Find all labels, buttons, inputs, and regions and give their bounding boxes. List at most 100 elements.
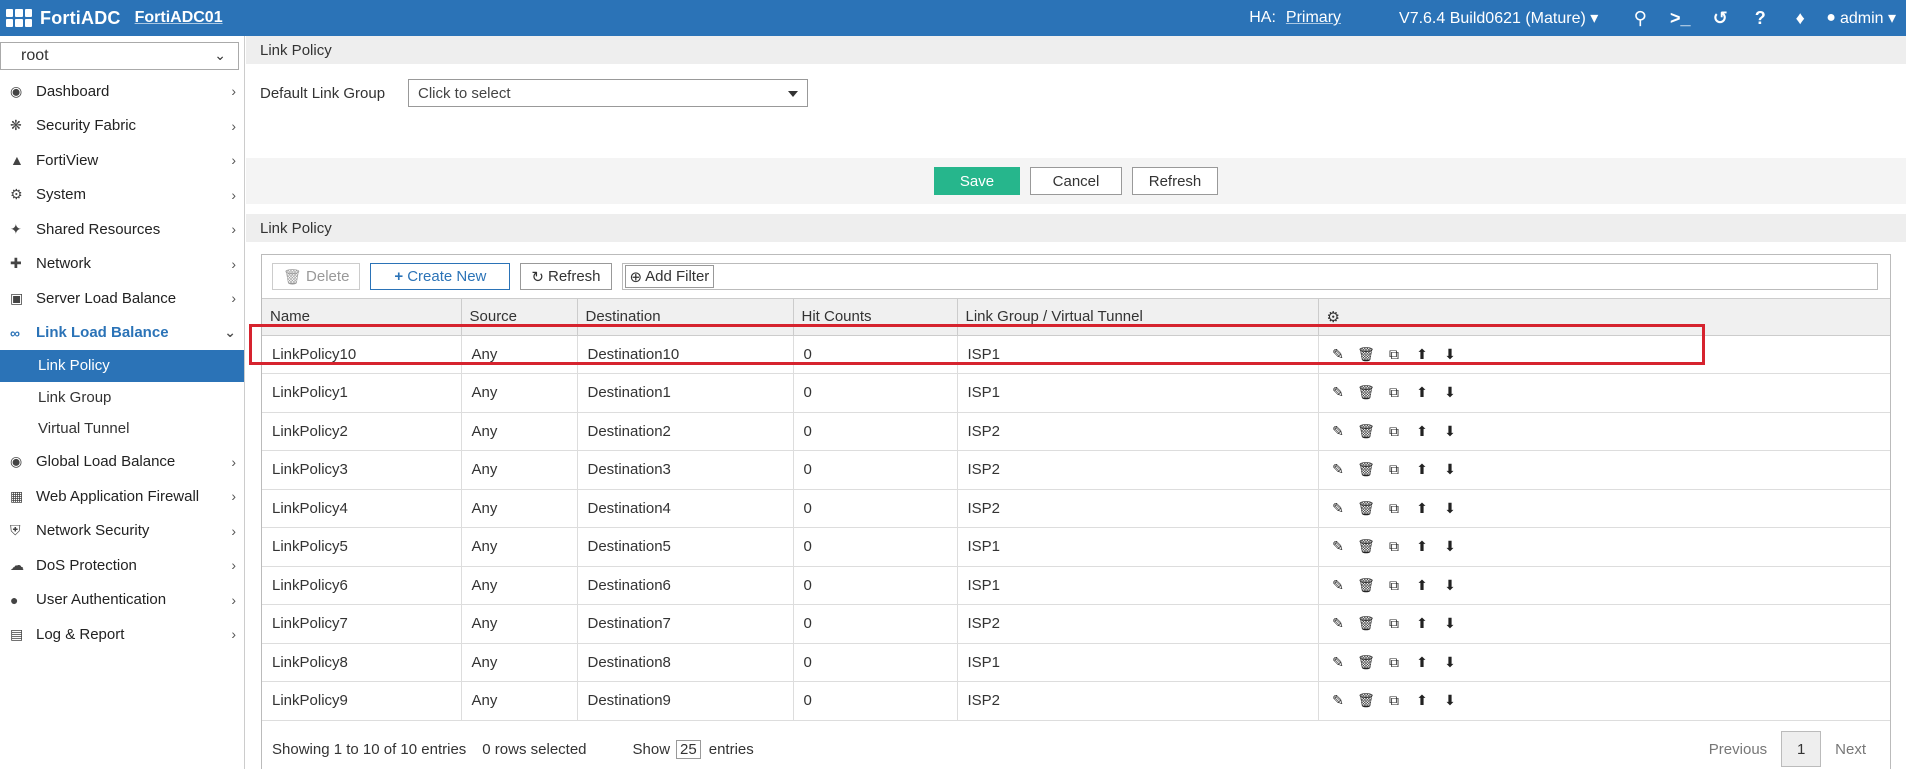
- table-row[interactable]: LinkPolicy5 Any Destination5 0 ISP1 ✎ 🗑 ⧉ ⬆ ⬇: [262, 527, 1890, 567]
- sidebar-item-network-security[interactable]: ⛨ Network Security ›: [0, 514, 244, 549]
- add-filter-button[interactable]: ⊕ Add Filter: [624, 265, 715, 288]
- arrow-up-icon[interactable]: ⬆: [1413, 615, 1432, 632]
- arrow-up-icon[interactable]: ⬆: [1413, 384, 1432, 401]
- trash-icon[interactable]: 🗑: [1357, 500, 1376, 517]
- save-button[interactable]: Save: [934, 167, 1020, 195]
- version-dropdown[interactable]: V7.6.4 Build0621 (Mature) ▾: [1399, 8, 1598, 28]
- cli-console-icon[interactable]: >_: [1660, 8, 1700, 29]
- trash-icon[interactable]: 🗑: [1357, 423, 1376, 440]
- table-row[interactable]: LinkPolicy9 Any Destination9 0 ISP2 ✎ 🗑 ⧉ ⬆ ⬇: [262, 681, 1890, 721]
- sidebar-item-user-authentication[interactable]: ● User Authentication ›: [0, 583, 244, 618]
- default-link-group-select[interactable]: Click to select: [408, 79, 808, 107]
- clone-icon[interactable]: ⧉: [1385, 615, 1404, 632]
- arrow-up-icon[interactable]: ⬆: [1413, 538, 1432, 555]
- bell-icon[interactable]: ♦: [1780, 8, 1820, 29]
- ha-status-link[interactable]: Primary: [1286, 9, 1341, 27]
- next-page-button[interactable]: Next: [1821, 741, 1880, 758]
- sidebar-item-security-fabric[interactable]: ❋ Security Fabric ›: [0, 109, 244, 144]
- column-header-destination[interactable]: Destination: [577, 299, 794, 336]
- clone-icon[interactable]: ⧉: [1385, 692, 1404, 709]
- trash-icon[interactable]: 🗑: [1357, 346, 1376, 363]
- edit-icon[interactable]: ✎: [1329, 692, 1348, 709]
- arrow-up-icon[interactable]: ⬆: [1413, 461, 1432, 478]
- arrow-down-icon[interactable]: ⬇: [1441, 461, 1460, 478]
- edit-icon[interactable]: ✎: [1329, 538, 1348, 555]
- refresh-button[interactable]: Refresh: [1132, 167, 1218, 195]
- arrow-up-icon[interactable]: ⬆: [1413, 423, 1432, 440]
- edit-icon[interactable]: ✎: [1329, 615, 1348, 632]
- arrow-down-icon[interactable]: ⬇: [1441, 384, 1460, 401]
- sidebar-subitem-link-policy[interactable]: Link Policy: [0, 350, 244, 382]
- table-row[interactable]: LinkPolicy4 Any Destination4 0 ISP2 ✎ 🗑 ⧉ ⬆ ⬇: [262, 489, 1890, 528]
- user-menu[interactable]: ● admin ▾: [1826, 8, 1896, 28]
- table-row[interactable]: LinkPolicy10 Any Destination10 0 ISP1 ✎ 🗑 ⧉ ⬆ ⬇: [262, 335, 1890, 374]
- sidebar-item-server-load-balance[interactable]: ▣ Server Load Balance ›: [0, 281, 244, 316]
- arrow-down-icon[interactable]: ⬇: [1441, 538, 1460, 555]
- vdom-select[interactable]: root ⌄: [0, 42, 239, 70]
- trash-icon[interactable]: 🗑: [1357, 654, 1376, 671]
- arrow-down-icon[interactable]: ⬇: [1441, 577, 1460, 594]
- column-header-hit-counts[interactable]: Hit Counts: [793, 299, 958, 336]
- delete-button[interactable]: 🗑 Delete: [272, 263, 361, 290]
- trash-icon[interactable]: 🗑: [1357, 461, 1376, 478]
- sidebar-item-network[interactable]: ✚ Network ›: [0, 247, 244, 282]
- edit-icon[interactable]: ✎: [1329, 577, 1348, 594]
- clone-icon[interactable]: ⧉: [1385, 654, 1404, 671]
- filter-bar[interactable]: ⊕ Add Filter: [621, 263, 1878, 290]
- edit-icon[interactable]: ✎: [1329, 654, 1348, 671]
- sidebar-item-link-load-balance[interactable]: ∞ Link Load Balance ⌄: [0, 316, 244, 351]
- column-header-name[interactable]: Name: [262, 299, 462, 336]
- column-header-link-group[interactable]: Link Group / Virtual Tunnel: [957, 299, 1319, 336]
- create-new-button[interactable]: + Create New: [370, 263, 511, 290]
- trash-icon[interactable]: 🗑: [1357, 538, 1376, 555]
- edit-icon[interactable]: ✎: [1329, 423, 1348, 440]
- trash-icon[interactable]: 🗑: [1357, 615, 1376, 632]
- search-icon[interactable]: ⚲: [1620, 8, 1660, 29]
- arrow-up-icon[interactable]: ⬆: [1413, 346, 1432, 363]
- sidebar-item-global-load-balance[interactable]: ◉ Global Load Balance ›: [0, 445, 244, 480]
- clone-icon[interactable]: ⧉: [1385, 423, 1404, 440]
- arrow-down-icon[interactable]: ⬇: [1441, 692, 1460, 709]
- sidebar-item-dashboard[interactable]: ◉ Dashboard ›: [0, 74, 244, 109]
- column-settings[interactable]: ⚙: [1318, 299, 1890, 336]
- logo[interactable]: FortiADC: [6, 8, 121, 29]
- arrow-down-icon[interactable]: ⬇: [1441, 346, 1460, 363]
- sidebar-item-fortiview[interactable]: ▲ FortiView ›: [0, 143, 244, 178]
- page-1-button[interactable]: 1: [1781, 731, 1822, 767]
- sidebar-item-dos-protection[interactable]: ☁ DoS Protection ›: [0, 548, 244, 583]
- table-row[interactable]: LinkPolicy1 Any Destination1 0 ISP1 ✎ 🗑 ⧉ ⬆ ⬇: [262, 373, 1890, 413]
- arrow-up-icon[interactable]: ⬆: [1413, 692, 1432, 709]
- clone-icon[interactable]: ⧉: [1385, 500, 1404, 517]
- clone-icon[interactable]: ⧉: [1385, 538, 1404, 555]
- table-row[interactable]: LinkPolicy8 Any Destination8 0 ISP1 ✎ 🗑 ⧉ ⬆ ⬇: [262, 643, 1890, 682]
- arrow-up-icon[interactable]: ⬆: [1413, 500, 1432, 517]
- gear-icon[interactable]: ⚙: [1327, 309, 1340, 326]
- previous-page-button[interactable]: Previous: [1695, 741, 1781, 758]
- help-icon[interactable]: ?: [1740, 8, 1780, 29]
- arrow-up-icon[interactable]: ⬆: [1413, 577, 1432, 594]
- arrow-down-icon[interactable]: ⬇: [1441, 654, 1460, 671]
- table-row[interactable]: LinkPolicy6 Any Destination6 0 ISP1 ✎ 🗑 ⧉ ⬆ ⬇: [262, 566, 1890, 605]
- edit-icon[interactable]: ✎: [1329, 346, 1348, 363]
- table-row[interactable]: LinkPolicy2 Any Destination2 0 ISP2 ✎ 🗑 ⧉ ⬆ ⬇: [262, 412, 1890, 451]
- trash-icon[interactable]: 🗑: [1357, 692, 1376, 709]
- cancel-button[interactable]: Cancel: [1030, 167, 1122, 195]
- clone-icon[interactable]: ⧉: [1385, 577, 1404, 594]
- edit-icon[interactable]: ✎: [1329, 500, 1348, 517]
- arrow-up-icon[interactable]: ⬆: [1413, 654, 1432, 671]
- restore-icon[interactable]: ↺: [1700, 8, 1740, 29]
- clone-icon[interactable]: ⧉: [1385, 461, 1404, 478]
- edit-icon[interactable]: ✎: [1329, 384, 1348, 401]
- table-row[interactable]: LinkPolicy7 Any Destination7 0 ISP2 ✎ 🗑 ⧉ ⬆ ⬇: [262, 604, 1890, 644]
- column-header-source[interactable]: Source: [461, 299, 578, 336]
- table-refresh-button[interactable]: ↻ Refresh: [520, 263, 612, 290]
- sidebar-item-shared-resources[interactable]: ✦ Shared Resources ›: [0, 212, 244, 247]
- page-size-input[interactable]: 25: [676, 739, 701, 759]
- clone-icon[interactable]: ⧉: [1385, 384, 1404, 401]
- sidebar-item-log-report[interactable]: ▤ Log & Report ›: [0, 617, 244, 652]
- hostname-link[interactable]: FortiADC01: [135, 9, 223, 27]
- sidebar-subitem-virtual-tunnel[interactable]: Virtual Tunnel: [0, 413, 244, 445]
- arrow-down-icon[interactable]: ⬇: [1441, 500, 1460, 517]
- sidebar-item-system[interactable]: ⚙ System ›: [0, 178, 244, 213]
- arrow-down-icon[interactable]: ⬇: [1441, 615, 1460, 632]
